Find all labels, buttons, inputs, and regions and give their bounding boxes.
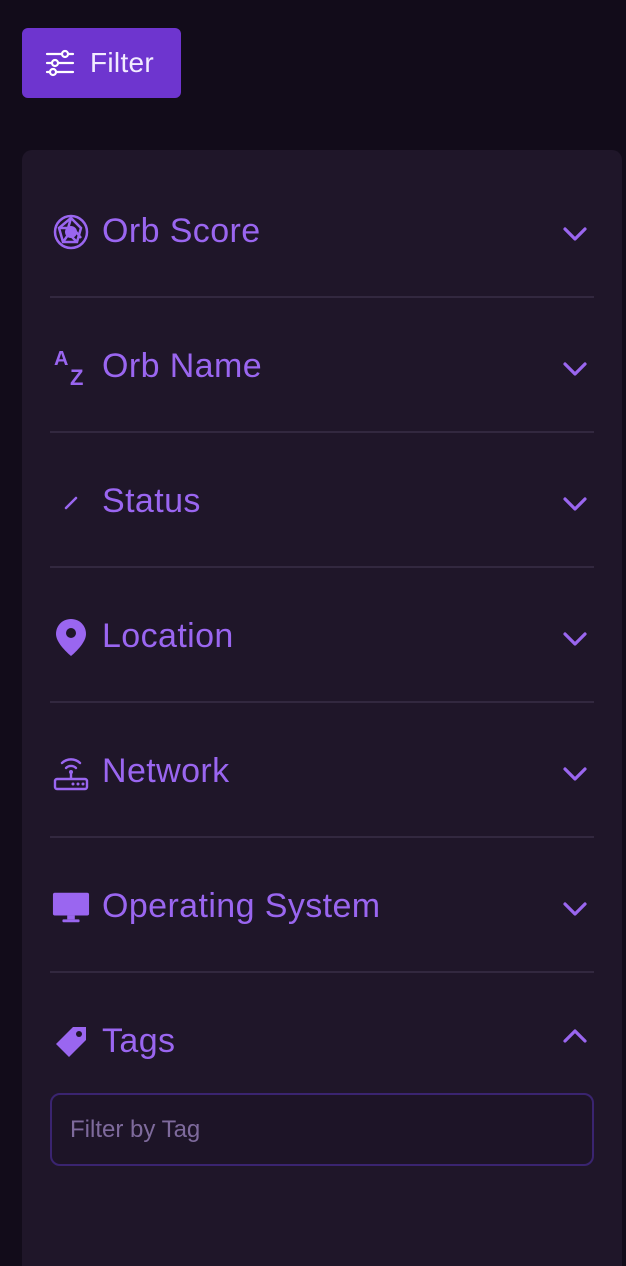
section-network: Network [50, 703, 594, 838]
filter-button[interactable]: Filter [22, 28, 181, 98]
chevron-down-icon [560, 624, 590, 654]
section-location-label: Location [102, 617, 234, 655]
section-status: Status [50, 433, 594, 568]
section-status-label: Status [102, 482, 201, 520]
sort-az-icon: A Z [52, 348, 90, 387]
svg-text:A: A [54, 348, 68, 370]
section-orb-name: A Z Orb Name [50, 298, 594, 433]
section-tags-label: Tags [102, 1022, 176, 1060]
filter-page: Filter Orb Score A Z Orb Name Status Loc… [0, 0, 626, 1266]
router-icon [52, 753, 90, 791]
orb-icon [52, 213, 90, 251]
filter-button-label: Filter [90, 47, 155, 78]
section-location: Location [50, 568, 594, 703]
status-slash-icon [52, 483, 90, 521]
section-network-label: Network [102, 752, 230, 790]
chevron-up-icon [560, 1021, 590, 1051]
section-orb-name-header[interactable]: A Z Orb Name [50, 298, 594, 431]
chevron-down-icon [560, 354, 590, 384]
map-pin-icon [52, 618, 90, 656]
filter-panel: Orb Score A Z Orb Name Status Location N… [22, 150, 622, 1266]
monitor-icon [52, 888, 90, 926]
section-status-header[interactable]: Status [50, 433, 594, 566]
section-orb-score: Orb Score [50, 163, 594, 298]
section-orb-score-label: Orb Score [102, 212, 261, 250]
section-location-header[interactable]: Location [50, 568, 594, 701]
tag-icon [52, 1023, 90, 1061]
chevron-down-icon [560, 219, 590, 249]
section-orb-score-header[interactable]: Orb Score [50, 163, 594, 296]
section-network-header[interactable]: Network [50, 703, 594, 836]
section-operating-system-label: Operating System [102, 887, 381, 925]
chevron-down-icon [560, 759, 590, 789]
sliders-icon [44, 47, 76, 79]
section-operating-system-header[interactable]: Operating System [50, 838, 594, 971]
chevron-down-icon [560, 489, 590, 519]
chevron-down-icon [560, 894, 590, 924]
section-orb-name-label: Orb Name [102, 347, 263, 385]
svg-text:Z: Z [70, 365, 83, 387]
section-tags: Tags [50, 973, 594, 1108]
tag-filter-input[interactable] [50, 1093, 594, 1166]
section-tags-header[interactable]: Tags [50, 973, 594, 1073]
section-operating-system: Operating System [50, 838, 594, 973]
